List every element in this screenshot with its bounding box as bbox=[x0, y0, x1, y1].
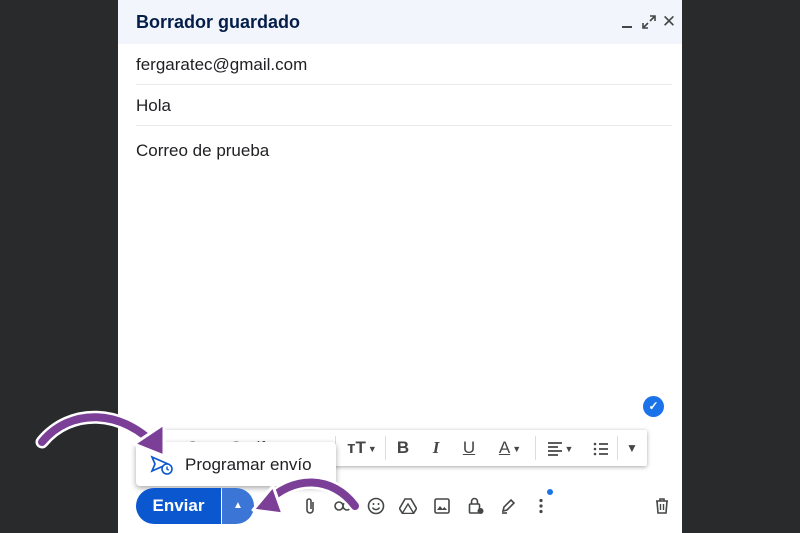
more-options-icon[interactable] bbox=[529, 493, 553, 517]
send-options-button[interactable]: ▲ bbox=[222, 488, 254, 524]
caret-down-icon: ▼ bbox=[564, 443, 574, 454]
schedule-send-icon bbox=[150, 454, 174, 476]
schedule-send-menu[interactable]: Programar envío bbox=[136, 442, 336, 486]
text-color-button[interactable]: A ▼ bbox=[493, 436, 527, 460]
notification-dot bbox=[547, 489, 553, 495]
caret-up-icon: ▲ bbox=[233, 500, 243, 511]
text-color-icon: A bbox=[498, 438, 511, 457]
numbered-list-icon bbox=[593, 442, 608, 455]
underline-button[interactable]: U bbox=[459, 436, 479, 460]
subject-field[interactable]: Hola bbox=[136, 96, 672, 126]
background-right bbox=[682, 0, 800, 533]
minimize-icon[interactable] bbox=[618, 12, 636, 32]
emoji-icon[interactable] bbox=[364, 493, 388, 517]
attach-icon[interactable] bbox=[298, 493, 322, 517]
photo-icon[interactable] bbox=[430, 493, 454, 517]
numbered-list-button[interactable] bbox=[589, 436, 613, 460]
confidential-mode-icon[interactable] bbox=[464, 493, 488, 517]
align-icon bbox=[547, 441, 562, 456]
text-size-button[interactable]: тТ ▼ bbox=[345, 436, 379, 460]
text-size-icon: тТ bbox=[347, 438, 366, 457]
compose-title: Borrador guardado bbox=[136, 12, 301, 32]
to-field[interactable]: fergaratec@gmail.com bbox=[136, 55, 672, 85]
body-field[interactable]: Correo de prueba bbox=[136, 141, 672, 171]
caret-down-icon: ▼ bbox=[512, 443, 522, 454]
signature-pen-icon[interactable] bbox=[496, 493, 520, 517]
compose-header: Borrador guardado ✕ bbox=[118, 0, 682, 44]
link-icon[interactable] bbox=[331, 493, 355, 517]
italic-button[interactable]: I bbox=[426, 436, 446, 460]
send-button-group: Enviar ▲ bbox=[136, 488, 254, 524]
close-icon[interactable]: ✕ bbox=[660, 12, 678, 32]
background-left bbox=[0, 0, 118, 533]
drive-icon[interactable] bbox=[396, 493, 420, 517]
send-button[interactable]: Enviar bbox=[136, 488, 221, 524]
caret-down-icon: ▼ bbox=[367, 443, 377, 454]
trash-icon[interactable] bbox=[650, 493, 674, 517]
expand-icon[interactable] bbox=[640, 12, 658, 32]
align-button[interactable]: ▼ bbox=[543, 436, 577, 460]
bold-button[interactable]: B bbox=[393, 436, 413, 460]
check-icon: ✓ bbox=[643, 396, 664, 417]
schedule-send-label: Programar envío bbox=[185, 455, 312, 474]
more-formatting-caret-icon[interactable]: ▼ bbox=[623, 436, 641, 460]
